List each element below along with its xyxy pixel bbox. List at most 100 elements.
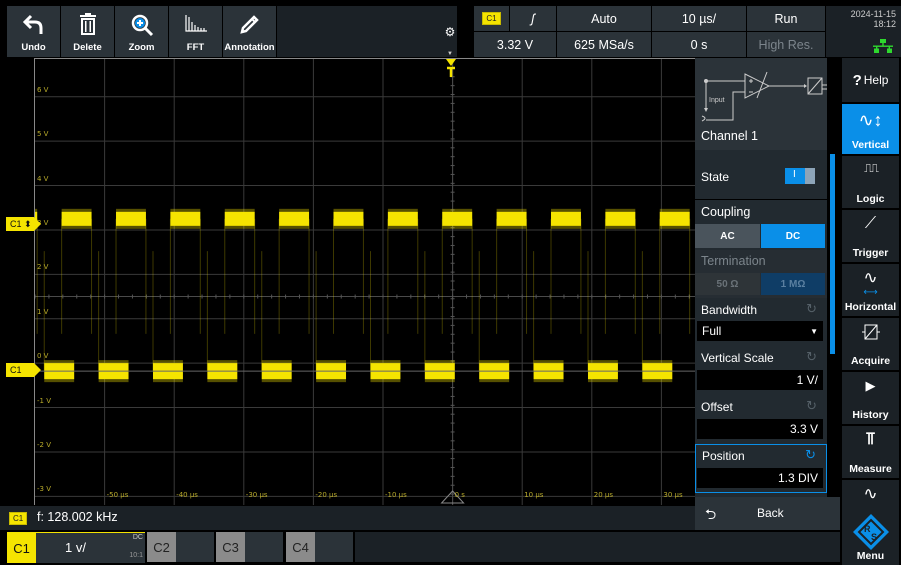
gear-icon: ⚙: [444, 24, 456, 39]
offset-input[interactable]: 3.3 V: [697, 419, 823, 439]
position-row[interactable]: Position ↻ 1.3 DIV: [695, 444, 827, 493]
channel-bar-empty: [355, 532, 840, 562]
delete-button[interactable]: Delete: [61, 6, 114, 57]
state-label: State: [701, 170, 730, 184]
time-scale[interactable]: 10 µs/: [652, 6, 746, 31]
undo-label: Undo: [21, 42, 46, 53]
trash-icon: [79, 13, 96, 35]
trigger-position-marker[interactable]: [444, 58, 458, 78]
nav-history[interactable]: ▶ History: [842, 372, 899, 424]
y-axis-label: -2 V: [37, 440, 51, 449]
coupling-ac-button[interactable]: AC: [695, 224, 760, 248]
waveform-upper-pulse: [551, 211, 581, 226]
state-toggle[interactable]: I: [785, 168, 815, 184]
channel-1-tab[interactable]: C1 1 v/ DC 10:1: [7, 532, 145, 563]
y-axis-label: 6 V: [37, 85, 49, 94]
time: 18:12: [873, 19, 896, 29]
play-icon: ▶: [865, 378, 876, 393]
waveform-upper-pulse: [387, 211, 418, 226]
nav-measure[interactable]: ⫪ Measure: [842, 426, 899, 478]
x-axis-label: 10 µs: [524, 491, 544, 499]
y-axis-label: 5 V: [37, 130, 49, 139]
annotation-label: Annotation: [224, 42, 275, 53]
trigger-icon: ⟋: [864, 215, 877, 232]
help-button[interactable]: ? Help: [842, 58, 899, 102]
run-state[interactable]: Run: [747, 6, 825, 31]
x-axis-label: 0 s: [454, 491, 465, 499]
channel1-position-marker[interactable]: C1: [6, 363, 41, 377]
nav-acquire[interactable]: Acquire: [842, 318, 899, 370]
zoom-label: Zoom: [128, 42, 155, 53]
trigger-position[interactable]: 0 s: [652, 32, 746, 57]
settings-button[interactable]: ⚙ ▼: [443, 6, 457, 57]
waveform-grid: [35, 59, 695, 505]
coupling-row: Coupling AC DC: [695, 200, 827, 250]
logic-icon: ⎍⎍: [864, 161, 879, 175]
channel1-offset-marker[interactable]: C1 ⬍: [6, 217, 41, 231]
nav-logic[interactable]: ⎍⎍ Logic: [842, 156, 899, 208]
waveform-display[interactable]: [34, 58, 695, 505]
trigger-level[interactable]: 3.32 V: [474, 32, 556, 57]
channel-diagram: Input Channel 1: [695, 58, 827, 150]
reset-icon[interactable]: ↻: [806, 301, 817, 317]
nav-trigger[interactable]: ⟋ Trigger: [842, 210, 899, 262]
svg-text:R: R: [864, 524, 871, 534]
bandwidth-select[interactable]: Full ▼: [697, 321, 823, 341]
waveform-upper-pulse: [496, 211, 527, 226]
nav-vertical-label: Vertical: [851, 139, 890, 151]
undo-icon: [22, 14, 42, 34]
waveform-upper-pulse: [659, 211, 690, 226]
reset-icon[interactable]: ↻: [805, 447, 816, 463]
chevron-down-icon: ▼: [447, 51, 453, 57]
adc-icon: [861, 324, 880, 340]
channel-3-tab[interactable]: C3: [216, 532, 283, 562]
nav-horizontal[interactable]: ∿ ⟷ Horizontal: [842, 264, 899, 316]
channel-settings-panel: Input Channel 1 State I Coupling AC DC T…: [695, 58, 835, 502]
fft-button[interactable]: FFT: [169, 6, 222, 57]
date: 2024-11-15: [850, 9, 896, 19]
offset-label: Offset: [701, 400, 733, 414]
back-button[interactable]: ⮌ Back: [695, 497, 840, 530]
offset-row: Offset ↻ 3.3 V: [695, 395, 827, 444]
waveform-upper-pulse: [605, 211, 636, 226]
reset-icon[interactable]: ↻: [806, 349, 817, 365]
bandwidth-value: Full: [702, 324, 722, 338]
undo-button[interactable]: Undo: [7, 6, 60, 57]
horizontal-arrow-icon: ⟷: [863, 287, 878, 298]
annotation-button[interactable]: Annotation: [223, 6, 276, 57]
acquisition-mode[interactable]: High Res.: [747, 32, 825, 57]
nav-vertical[interactable]: ∿↕ Vertical: [842, 104, 899, 154]
trigger-source-cell[interactable]: C1: [474, 6, 509, 31]
position-input[interactable]: 1.3 DIV: [697, 468, 823, 488]
x-axis-label: -20 µs: [315, 491, 338, 499]
vertical-scale-input[interactable]: 1 V/: [697, 370, 823, 390]
diagram-input-label: Input: [709, 97, 725, 104]
panel-scrollbar[interactable]: [830, 154, 835, 354]
sample-rate[interactable]: 625 MSa/s: [557, 32, 651, 57]
nav-measure-label: Measure: [849, 463, 892, 475]
reset-icon[interactable]: ↻: [806, 398, 817, 414]
side-navigation: ? Help ∿↕ Vertical ⎍⎍ Logic ⟋ Trigger ∿ …: [840, 58, 901, 565]
waveform-upper-pulse: [333, 211, 364, 226]
channel-4-info: [315, 532, 353, 562]
help-icon: ?: [852, 71, 862, 89]
termination-1mohm-button: 1 MΩ: [761, 273, 825, 295]
rs-logo-icon: RS: [852, 514, 889, 550]
vertical-scale-label: Vertical Scale: [701, 351, 774, 365]
zoom-button[interactable]: Zoom: [115, 6, 168, 57]
channel-1-label: C1: [7, 533, 36, 563]
channel-3-label: C3: [216, 532, 245, 562]
svg-text:S: S: [871, 532, 877, 542]
y-axis-label: 0 V: [37, 352, 49, 361]
y-axis-label: 4 V: [37, 174, 49, 183]
trigger-mode[interactable]: Auto: [557, 6, 651, 31]
channel-bar: C1 1 v/ DC 10:1 C2 C3 C4: [0, 531, 840, 565]
menu-button[interactable]: ∿ RS Menu: [842, 480, 899, 565]
channel-4-label: C4: [286, 532, 315, 562]
channel-4-tab[interactable]: C4: [286, 532, 353, 562]
channel-2-tab[interactable]: C2: [147, 532, 214, 562]
position-label: Position: [702, 449, 745, 463]
nav-acquire-label: Acquire: [850, 355, 891, 367]
coupling-dc-button[interactable]: DC: [761, 224, 825, 248]
trigger-slope[interactable]: ʃ: [510, 6, 556, 31]
